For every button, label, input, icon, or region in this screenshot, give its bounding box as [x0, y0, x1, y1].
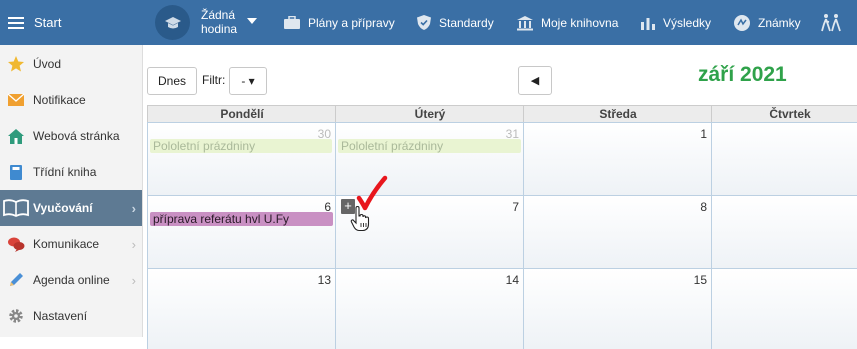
sidebar-item-komunikace[interactable]: Komunikace ›: [0, 226, 142, 262]
grade-icon: [734, 14, 750, 31]
nav-plany[interactable]: Plány a přípravy: [283, 0, 395, 45]
day-number: 7: [512, 200, 519, 214]
pencil-icon: [7, 271, 25, 289]
sidebar-item-label: Agenda online: [33, 273, 110, 287]
chevron-right-icon: ›: [131, 272, 136, 288]
day-number: 14: [505, 273, 519, 287]
sidebar-item-agenda-online[interactable]: Agenda online ›: [0, 262, 142, 298]
day-cell[interactable]: 6: [147, 195, 336, 269]
hamburger-icon: [8, 14, 24, 32]
lesson-label-line2: hodina: [201, 22, 238, 36]
nav-knihovna[interactable]: Moje knihovna: [516, 0, 618, 45]
day-number: 1: [700, 127, 707, 141]
start-label: Start: [34, 15, 62, 30]
sidebar-item-webova-stranka[interactable]: Webová stránka: [0, 118, 142, 154]
weekday-header: Čtvrtek: [711, 105, 857, 123]
day-number: 15: [693, 273, 707, 287]
sidebar-item-label: Webová stránka: [33, 129, 120, 143]
prev-month-button[interactable]: ◀: [518, 66, 552, 95]
hand-cursor-icon: [350, 206, 370, 232]
chevron-right-icon: ›: [131, 200, 136, 216]
filter-label: Filtr:: [202, 73, 226, 87]
day-cell[interactable]: [711, 122, 857, 196]
nav-standardy[interactable]: Standardy: [416, 0, 494, 45]
book-icon: [7, 163, 25, 181]
weekday-header: Pondělí: [147, 105, 336, 123]
envelope-icon: [7, 91, 25, 109]
calendar-event[interactable]: Pololetní prázdniny: [150, 139, 332, 153]
calendar-event[interactable]: příprava referátu hvl U.Fy: [150, 212, 333, 226]
sidebar-item-label: Třídní kniha: [33, 165, 97, 179]
shield-icon: [417, 15, 431, 30]
star-icon: [7, 55, 25, 73]
start-menu-button[interactable]: Start: [0, 0, 142, 45]
walking-people-icon: [821, 13, 841, 31]
graduation-cap-icon[interactable]: [155, 5, 190, 40]
day-number: 13: [317, 273, 331, 287]
weekday-header: Úterý: [335, 105, 524, 123]
sidebar-item-label: Komunikace: [33, 237, 100, 251]
nav-label: Standardy: [439, 15, 494, 30]
sidebar-item-label: Úvod: [33, 57, 62, 71]
lesson-selector[interactable]: Žádná hodina: [201, 8, 237, 36]
sidebar-item-tridni-kniha[interactable]: Třídní kniha: [0, 154, 142, 190]
day-cell[interactable]: 30: [147, 122, 336, 196]
nav-label: Plány a přípravy: [308, 15, 395, 30]
day-cell[interactable]: 8: [523, 195, 712, 269]
lesson-label-line1: Žádná: [201, 8, 236, 22]
chevron-right-icon: ›: [131, 236, 136, 252]
chevron-down-icon[interactable]: [247, 18, 257, 24]
open-book-icon: [3, 199, 29, 217]
nav-vysledky[interactable]: Výsledky: [640, 0, 711, 45]
calendar-event[interactable]: Pololetní prázdniny: [338, 139, 521, 153]
nav-label: Známky: [758, 15, 801, 30]
day-number: 8: [700, 200, 707, 214]
nav-znamky[interactable]: Známky: [733, 0, 801, 45]
sidebar-item-vyucovani[interactable]: Vyučování ›: [0, 190, 142, 226]
today-button[interactable]: Dnes: [147, 67, 197, 95]
sidebar-item-label: Vyučování: [33, 201, 93, 215]
day-cell[interactable]: 1: [523, 122, 712, 196]
sidebar-item-uvod[interactable]: Úvod: [0, 46, 142, 82]
briefcase-icon: [284, 15, 300, 29]
month-title: září 2021: [698, 63, 787, 86]
nav-more[interactable]: [820, 0, 849, 45]
bar-chart-icon: [641, 17, 655, 30]
house-icon: [7, 127, 25, 145]
nav-label: Moje knihovna: [541, 15, 619, 30]
sidebar-item-notifikace[interactable]: Notifikace: [0, 82, 142, 118]
sidebar-item-nastaveni[interactable]: Nastavení: [0, 298, 142, 334]
library-icon: [517, 15, 533, 30]
sidebar: Úvod Notifikace Webová stránka Třídní kn…: [0, 45, 143, 337]
day-cell[interactable]: [711, 195, 857, 269]
sidebar-item-label: Notifikace: [33, 93, 86, 107]
weekday-header: Středa: [523, 105, 712, 123]
top-bar: Start Žádná hodina Plány a přípravy Stan…: [0, 0, 857, 45]
filter-select[interactable]: - ▾: [229, 67, 267, 95]
chat-icon: [7, 235, 25, 253]
sidebar-item-label: Nastavení: [33, 309, 88, 323]
gear-icon: [7, 307, 25, 325]
nav-label: Výsledky: [663, 15, 712, 30]
